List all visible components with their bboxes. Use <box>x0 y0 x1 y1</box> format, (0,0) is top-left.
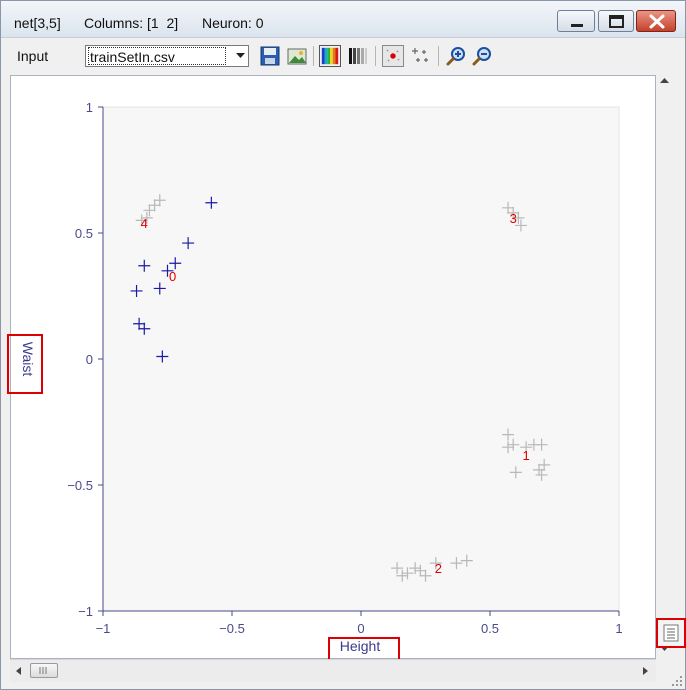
panel-toggle-button[interactable] <box>656 618 686 648</box>
scatter-plot: −1 −0.5 0 0.5 110.50−0.5−1 01234 Height Wais… <box>20 100 623 654</box>
close-icon <box>649 14 665 29</box>
neuron-label: 2 <box>435 561 442 576</box>
input-label: Input <box>17 48 49 64</box>
neuron-label: 4 <box>141 216 148 231</box>
horizontal-scroll-thumb[interactable] <box>30 663 58 678</box>
chevron-right-icon[interactable] <box>638 661 652 681</box>
list-icon <box>663 624 679 642</box>
y-axis-label-highlight <box>7 334 43 394</box>
toolbar-separator <box>375 46 376 66</box>
title-net: net[3,5] <box>14 15 61 31</box>
minimize-button[interactable] <box>557 10 595 32</box>
toolbar-separator <box>313 46 314 66</box>
vertical-scrollbar[interactable] <box>656 75 673 659</box>
toolbar: Input trainSetIn.csv <box>2 38 656 74</box>
x-tick-label: 1 <box>615 621 622 636</box>
y-tick-label: 0 <box>86 352 93 367</box>
neuron-label: 3 <box>510 211 517 226</box>
som-plot-window: net[3,5] Columns: [1 2] Neuron: 0 Input … <box>0 0 686 690</box>
maximize-button[interactable] <box>598 10 634 32</box>
close-button[interactable] <box>636 10 676 32</box>
title-neuron: Neuron: 0 <box>202 15 264 31</box>
neuron-label: 0 <box>169 269 176 284</box>
minimize-icon <box>571 24 583 27</box>
chevron-left-icon[interactable] <box>12 661 26 681</box>
y-tick-label: 1 <box>86 100 93 115</box>
x-tick-label: 0 <box>357 621 364 636</box>
restore-icon <box>609 15 624 28</box>
grayscale-map-icon[interactable] <box>347 45 369 67</box>
save-icon[interactable] <box>259 45 281 67</box>
y-tick-label: −1 <box>78 604 93 619</box>
x-tick-label: −0.5 <box>219 621 245 636</box>
title-bar[interactable]: net[3,5] Columns: [1 2] Neuron: 0 <box>1 1 685 38</box>
toolbar-separator <box>438 46 439 66</box>
zoom-out-icon[interactable] <box>471 45 493 67</box>
neuron-label: 1 <box>523 448 530 463</box>
y-tick-label: −0.5 <box>67 478 93 493</box>
grip-icon <box>39 667 47 674</box>
show-data-icon[interactable] <box>410 45 432 67</box>
y-tick-label: 0.5 <box>75 226 93 241</box>
x-tick-label: 0.5 <box>481 621 499 636</box>
x-tick-label: −1 <box>96 621 111 636</box>
title-columns: Columns: [1 2] <box>84 15 179 31</box>
horizontal-scrollbar[interactable] <box>10 659 656 682</box>
chevron-up-icon[interactable] <box>656 75 673 87</box>
resize-grip-icon[interactable] <box>671 675 683 687</box>
file-select-value: trainSetIn.csv <box>88 47 226 65</box>
show-neurons-icon[interactable] <box>382 45 404 67</box>
color-map-icon[interactable] <box>319 45 341 67</box>
file-select[interactable]: trainSetIn.csv <box>85 45 249 67</box>
plot-background <box>102 106 620 612</box>
export-image-icon[interactable] <box>286 45 308 67</box>
plot-area[interactable]: −1 −0.5 0 0.5 1 1 0.5 0 −0.5 −1 01234 Height Wais… <box>7 75 656 663</box>
chevron-down-icon <box>236 53 245 58</box>
zoom-in-icon[interactable] <box>445 45 467 67</box>
